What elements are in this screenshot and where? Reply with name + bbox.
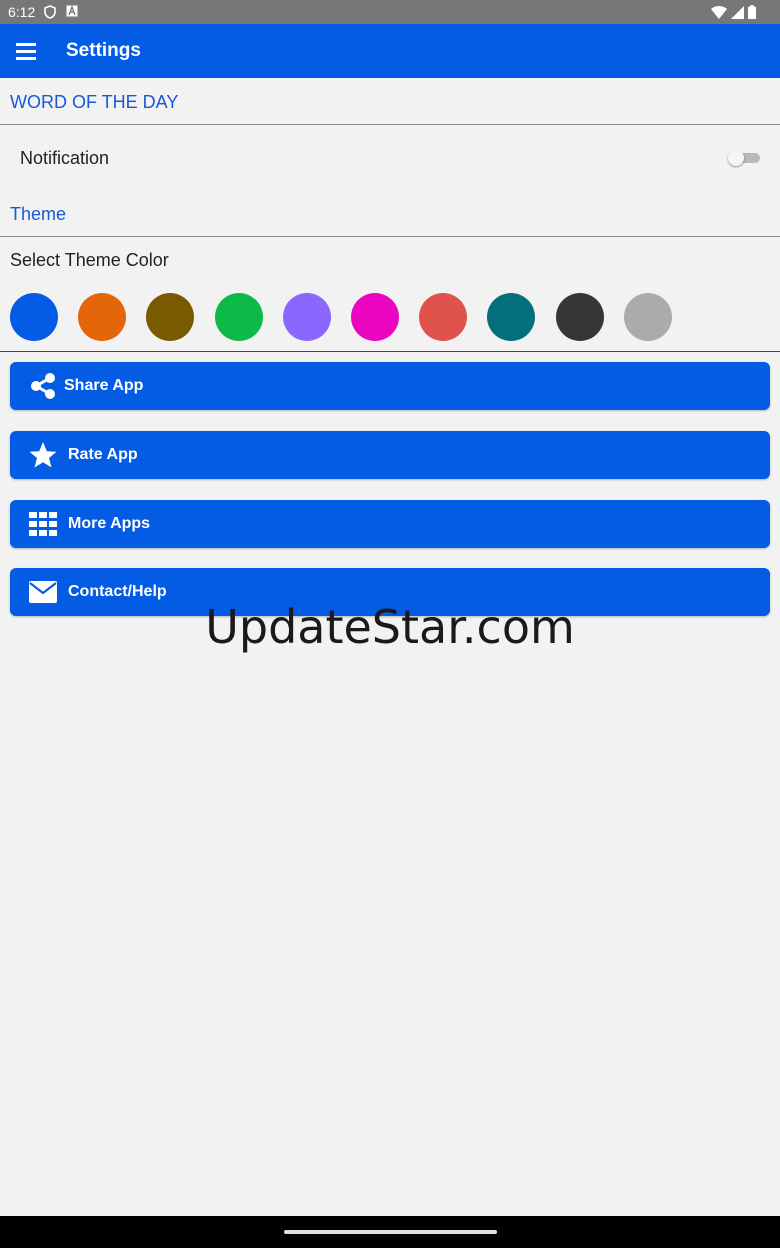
theme-color-swatch[interactable] [10, 293, 58, 341]
divider [0, 236, 780, 237]
share-icon [31, 373, 55, 399]
section-header-theme: Theme [10, 204, 67, 224]
home-gesture-handle[interactable] [284, 1230, 497, 1234]
notification-label: Notification [20, 148, 110, 168]
battery-icon [748, 5, 756, 19]
more-apps-button[interactable]: More Apps [10, 500, 770, 548]
shield-icon [44, 5, 56, 19]
more-apps-label: More Apps [68, 515, 151, 532]
notification-toggle[interactable] [728, 150, 760, 166]
app-bar: Settings [0, 24, 780, 78]
status-bar: 6:12 [0, 0, 780, 24]
rate-app-button[interactable]: Rate App [10, 431, 770, 479]
toggle-thumb [728, 150, 744, 166]
theme-color-swatch[interactable] [487, 293, 536, 341]
select-theme-color-label: Select Theme Color [10, 250, 169, 270]
font-a-icon [66, 5, 78, 17]
hamburger-menu-icon[interactable] [16, 43, 36, 60]
status-left-icons [44, 5, 78, 19]
star-icon [29, 442, 57, 468]
theme-color-swatch[interactable] [351, 293, 399, 341]
share-app-button[interactable]: Share App [10, 362, 770, 410]
theme-color-swatch[interactable] [419, 293, 468, 341]
divider [0, 124, 780, 125]
navigation-bar [0, 1216, 780, 1248]
theme-color-swatch[interactable] [214, 293, 263, 341]
theme-color-swatch[interactable] [555, 293, 604, 341]
divider [0, 351, 780, 352]
theme-color-swatch[interactable] [78, 293, 127, 341]
theme-color-swatch[interactable] [623, 293, 672, 341]
status-time: 6:12 [8, 4, 36, 20]
status-right-icons [711, 5, 756, 19]
theme-color-swatch[interactable] [282, 293, 331, 341]
grid-apps-icon [29, 512, 57, 536]
signal-icon [731, 5, 744, 19]
wifi-icon [711, 5, 727, 19]
page-title: Settings [66, 40, 141, 61]
watermark: UpdateStar.com [205, 600, 575, 654]
share-app-label: Share App [64, 377, 144, 394]
theme-color-swatch[interactable] [146, 293, 195, 341]
section-header-word-of-the-day: WORD OF THE DAY [10, 92, 179, 112]
contact-help-label: Contact/Help [68, 583, 167, 600]
rate-app-label: Rate App [68, 446, 138, 463]
